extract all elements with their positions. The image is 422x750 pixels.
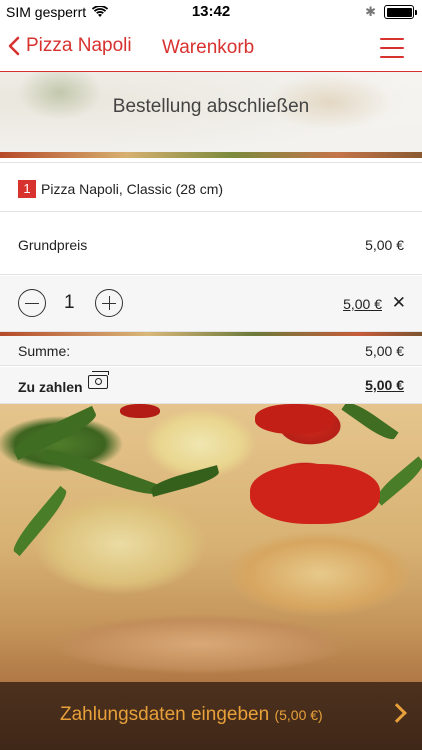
quantity-stepper: 1 5,00 € ✕ [0, 276, 422, 332]
tomato-slice [255, 404, 335, 434]
arugula-leaf [149, 465, 221, 497]
back-label: Pizza Napoli [26, 35, 132, 56]
chevron-right-icon [387, 703, 407, 723]
payment-details-button[interactable]: Zahlungsdaten eingeben (5,00 €) [0, 682, 422, 750]
battery-icon [384, 5, 417, 19]
chevron-left-icon [8, 36, 20, 56]
navigation-bar: Pizza Napoli Warenkorb [0, 24, 422, 72]
payment-cta-amount: (5,00 €) [274, 707, 323, 723]
quantity-badge: 1 [18, 180, 36, 198]
status-time: 13:42 [191, 3, 231, 20]
item-name: Pizza Napoli, Classic (28 cm) [41, 181, 224, 197]
minus-icon[interactable] [18, 289, 46, 317]
payment-details-label: Zahlungsdaten eingeben (5,00 €) [60, 704, 323, 726]
pizza-background-image [0, 404, 422, 682]
to-pay-value[interactable]: 5,00 € [365, 377, 404, 393]
payment-cta-text: Zahlungsdaten eingeben [60, 704, 270, 725]
to-pay-label: Zu zahlen [18, 379, 83, 395]
to-pay-row: Zu zahlen 5,00 € [0, 367, 422, 404]
cart-item-row[interactable]: 1 Pizza Napoli, Classic (28 cm) [0, 162, 422, 212]
hamburger-menu-icon[interactable] [380, 38, 404, 58]
sum-row: Summe: 5,00 € [0, 336, 422, 366]
close-icon[interactable]: ✕ [392, 293, 406, 313]
arugula-leaf [372, 456, 422, 506]
base-price-label: Grundpreis [18, 237, 88, 253]
page-title: Warenkorb [162, 37, 255, 58]
bluetooth-icon: ✱ [365, 4, 376, 19]
cash-icon [88, 371, 109, 389]
line-total[interactable]: 5,00 € [343, 296, 382, 312]
status-bar: SIM gesperrt 13:42 ✱ [0, 0, 422, 24]
tomato-slice [250, 464, 380, 524]
sum-label: Summe: [18, 343, 71, 359]
base-price-row: Grundpreis 5,00 € [0, 213, 422, 275]
arugula-leaf [8, 485, 72, 557]
base-price-value: 5,00 € [365, 237, 404, 253]
status-right: ✱ [365, 4, 417, 20]
tomato-slice [120, 404, 160, 418]
sum-value: 5,00 € [365, 343, 404, 359]
arugula-leaf [341, 404, 399, 444]
quantity-value: 1 [64, 292, 75, 313]
checkout-headline: Bestellung abschließen [112, 96, 310, 117]
plus-icon[interactable] [95, 289, 123, 317]
back-button[interactable]: Pizza Napoli [8, 35, 132, 57]
